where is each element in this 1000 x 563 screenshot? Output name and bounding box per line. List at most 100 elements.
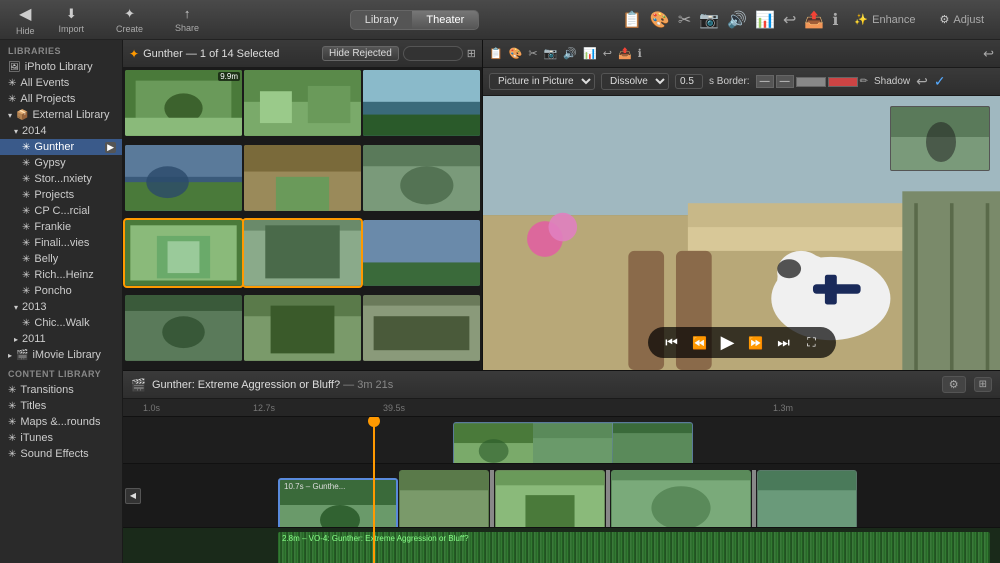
audio-icon[interactable]: 🔊 — [727, 10, 747, 30]
sidebar-item-transitions[interactable]: ✳ Transitions — [0, 382, 122, 398]
thumbnail-5[interactable] — [244, 145, 361, 211]
sidebar-item-cp-commercial[interactable]: ✳ CP C...rcial — [0, 203, 122, 219]
thumbnail-2[interactable] — [244, 70, 361, 136]
preview-tool-9[interactable]: ℹ — [638, 47, 642, 60]
sidebar-item-maps[interactable]: ✳ Maps &...rounds — [0, 414, 122, 430]
thumb-svg-2 — [244, 70, 361, 136]
sidebar-item-2011[interactable]: ▸ 2011 — [0, 331, 122, 347]
border-dash-icon[interactable]: — — [756, 75, 774, 88]
timeline-expand-button[interactable]: ⊞ — [974, 377, 992, 392]
chart-icon[interactable]: 📊 — [755, 10, 775, 30]
main-clip-5[interactable] — [757, 470, 857, 527]
sidebar-item-belly-label: Belly — [34, 253, 58, 265]
export-icon[interactable]: 📤 — [804, 10, 824, 30]
preview-tool-7[interactable]: ↩ — [603, 47, 612, 60]
hide-rejected-button[interactable]: Hide Rejected — [322, 46, 399, 61]
sidebar-item-gypsy[interactable]: ✳ Gypsy — [0, 155, 122, 171]
info-icon[interactable]: ℹ — [832, 10, 838, 30]
undo-preview-icon[interactable]: ↩ — [983, 46, 994, 62]
sidebar-item-imovie-library[interactable]: ▸ 🎬 iMovie Library — [0, 347, 122, 363]
sidebar-item-finali-vies[interactable]: ✳ Finali...vies — [0, 235, 122, 251]
sidebar-item-2014[interactable]: ▾ 2014 — [0, 123, 122, 139]
pip-select[interactable]: Picture in Picture — [489, 73, 595, 90]
main-clip-4[interactable] — [611, 470, 751, 527]
tab-theater[interactable]: Theater — [412, 11, 478, 29]
thumbnail-8[interactable] — [244, 220, 361, 286]
pencil-icon[interactable]: ✏ — [860, 76, 868, 87]
thumbnail-7[interactable] — [125, 220, 242, 286]
thumbnail-4[interactable] — [125, 145, 242, 211]
preview-tool-5[interactable]: 🔊 — [563, 47, 577, 60]
preview-tool-4[interactable]: 📷 — [544, 47, 558, 60]
import-button[interactable]: ⬇ Import — [51, 3, 93, 37]
border-line-icon[interactable]: — — [776, 75, 794, 88]
sidebar-item-external-library[interactable]: ▾ 📦 External Library — [0, 107, 122, 123]
duration-input[interactable] — [675, 74, 703, 89]
arrow-icon[interactable]: ↩ — [783, 10, 796, 30]
play-button[interactable]: ▶ — [716, 332, 740, 353]
all-events-icon: ✳ — [8, 78, 16, 89]
grid-view-icon[interactable]: ⊞ — [467, 47, 476, 60]
sidebar-item-poncho[interactable]: ✳ Poncho — [0, 283, 122, 299]
step-back-button[interactable]: ⏪ — [688, 336, 712, 350]
sidebar-item-frankie[interactable]: ✳ Frankie — [0, 219, 122, 235]
fullscreen-button[interactable]: ⛶ — [800, 335, 824, 350]
overlay-clip[interactable] — [453, 422, 693, 464]
sidebar-item-all-events[interactable]: ✳ All Events — [0, 75, 122, 91]
sidebar-item-all-projects[interactable]: ✳ All Projects — [0, 91, 122, 107]
border-color-swatch-2[interactable] — [828, 77, 858, 87]
thumbnail-6[interactable] — [363, 145, 480, 211]
preview-tool-6[interactable]: 📊 — [583, 47, 597, 60]
sidebar-item-chic-walk[interactable]: ✳ Chic...Walk — [0, 315, 122, 331]
skip-fwd-button[interactable]: ⏭ — [772, 334, 796, 351]
sidebar-item-sound-effects[interactable]: ✳ Sound Effects — [0, 446, 122, 462]
thumbnail-9[interactable] — [363, 220, 480, 286]
sidebar-item-rich-heinz[interactable]: ✳ Rich...Heinz — [0, 267, 122, 283]
thumbnail-3[interactable] — [363, 70, 480, 136]
sidebar-item-stor-nxiety[interactable]: ✳ Stor...nxiety — [0, 171, 122, 187]
thumbnail-1[interactable]: 9.9m — [125, 70, 242, 136]
sidebar-item-gunther[interactable]: ✳ Gunther ▶ — [0, 139, 122, 155]
sidebar-item-2013[interactable]: ▾ 2013 — [0, 299, 122, 315]
crop-icon[interactable]: ✂ — [678, 10, 691, 30]
hide-button[interactable]: ◀ Hide — [8, 1, 43, 39]
create-button[interactable]: ✦ Create — [108, 3, 151, 37]
search-input[interactable] — [403, 46, 463, 61]
main-clip-3[interactable] — [495, 470, 605, 527]
sidebar-item-belly[interactable]: ✳ Belly — [0, 251, 122, 267]
tab-library[interactable]: Library — [351, 11, 413, 29]
adjust-button[interactable]: ⚙ Adjust — [932, 10, 992, 29]
check-icon[interactable]: ✓ — [934, 73, 946, 90]
preview-tool-3[interactable]: ✂ — [528, 47, 537, 60]
sidebar-item-projects[interactable]: ✳ Projects — [0, 187, 122, 203]
sidebar-item-titles[interactable]: ✳ Titles — [0, 398, 122, 414]
main-clip-4-svg — [612, 470, 750, 527]
camera-icon[interactable]: 📷 — [699, 10, 719, 30]
share-label: Share — [175, 23, 199, 33]
thumbnail-11[interactable] — [244, 295, 361, 361]
skip-back-button[interactable]: ⏮ — [660, 334, 684, 351]
share-icon: ↑ — [184, 6, 191, 21]
color-icon[interactable]: 🎨 — [650, 10, 670, 30]
thumbnail-12[interactable] — [363, 295, 480, 361]
track-btn-left[interactable]: ◀ — [125, 488, 141, 504]
timeline-settings-button[interactable]: ⚙ — [942, 376, 966, 393]
playhead[interactable] — [373, 417, 375, 563]
share-button[interactable]: ↑ Share — [167, 3, 207, 36]
sidebar-item-iphoto[interactable]: 🖼 iPhoto Library — [0, 59, 122, 75]
main-clip-selected[interactable]: 10.7s – Gunthe... — [278, 478, 398, 527]
sidebar-item-itunes[interactable]: ✳ iTunes — [0, 430, 122, 446]
border-color-swatch[interactable] — [796, 77, 826, 87]
main-clip-2[interactable] — [399, 470, 489, 527]
timeline-area: 🎬 Gunther: Extreme Aggression or Bluff? … — [123, 370, 1000, 563]
preview-tool-8[interactable]: 📤 — [618, 47, 632, 60]
browser-star-icon: ✦ — [129, 47, 139, 61]
dissolve-select[interactable]: Dissolve — [601, 73, 669, 90]
preview-tool-1[interactable]: 📋 — [489, 47, 503, 60]
thumbnail-10[interactable] — [125, 295, 242, 361]
preview-tool-2[interactable]: 🎨 — [509, 47, 523, 60]
clip-icon[interactable]: 📋 — [622, 10, 642, 30]
enhance-button[interactable]: ✨ Enhance — [846, 10, 923, 29]
step-fwd-button[interactable]: ⏩ — [744, 336, 768, 350]
undo-effects-icon[interactable]: ↩ — [916, 73, 928, 90]
